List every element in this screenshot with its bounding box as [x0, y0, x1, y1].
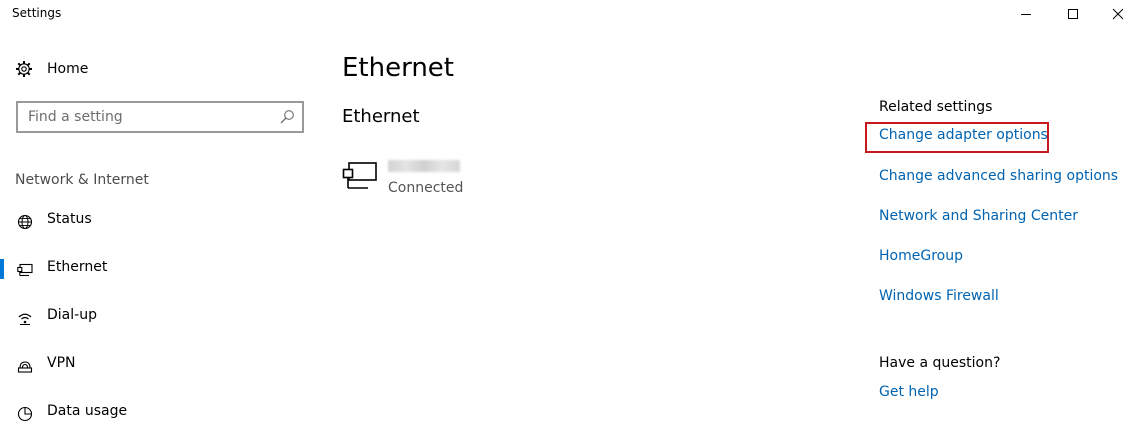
connection-status: Connected	[388, 180, 464, 196]
change-advanced-sharing-options-link[interactable]: Change advanced sharing options	[879, 168, 1118, 184]
minimize-button[interactable]	[1003, 0, 1049, 28]
selection-indicator	[0, 211, 4, 231]
search-input[interactable]	[18, 103, 273, 131]
search-box[interactable]	[16, 101, 304, 133]
selection-indicator	[0, 355, 4, 375]
sidebar-item-label: Data usage	[47, 403, 128, 419]
close-button[interactable]	[1095, 0, 1139, 28]
page-title: Ethernet	[342, 53, 454, 83]
vpn-icon	[16, 357, 34, 375]
maximize-icon	[1068, 9, 1078, 19]
sidebar-item-ethernet[interactable]: Ethernet	[0, 249, 310, 289]
selection-indicator	[0, 259, 4, 279]
section-label: Network & Internet	[15, 172, 149, 188]
home-label: Home	[47, 61, 89, 77]
minimize-icon	[1021, 14, 1031, 15]
data-usage-icon	[16, 405, 34, 423]
home-nav-item[interactable]: Home	[15, 58, 88, 80]
sidebar-item-label: VPN	[47, 355, 76, 371]
related-settings-heading: Related settings	[879, 99, 993, 115]
close-icon	[1112, 8, 1124, 20]
gear-icon	[15, 60, 33, 78]
ethernet-icon	[16, 261, 34, 279]
sidebar-item-label: Ethernet	[47, 259, 108, 275]
sidebar-item-vpn[interactable]: VPN	[0, 345, 310, 385]
globe-icon	[16, 213, 34, 231]
get-help-link[interactable]: Get help	[879, 384, 939, 400]
ethernet-connection[interactable]: Connected	[342, 158, 542, 202]
sidebar-item-status[interactable]: Status	[0, 201, 310, 241]
selection-indicator	[0, 307, 4, 327]
sidebar-item-label: Status	[47, 211, 92, 227]
network-adapter-icon	[342, 162, 377, 189]
selection-indicator	[0, 403, 4, 423]
network-sharing-center-link[interactable]: Network and Sharing Center	[879, 208, 1078, 224]
window-title: Settings	[12, 6, 62, 20]
dialup-icon	[16, 309, 34, 327]
sidebar-item-data-usage[interactable]: Data usage	[0, 393, 310, 433]
windows-firewall-link[interactable]: Windows Firewall	[879, 288, 999, 304]
change-adapter-options-link[interactable]: Change adapter options	[879, 127, 1048, 143]
homegroup-link[interactable]: HomeGroup	[879, 248, 963, 264]
sidebar-item-dialup[interactable]: Dial-up	[0, 297, 310, 337]
maximize-button[interactable]	[1050, 0, 1096, 28]
search-icon[interactable]	[279, 109, 295, 125]
section-title: Ethernet	[342, 106, 420, 127]
title-bar: Settings	[0, 0, 1139, 28]
question-heading: Have a question?	[879, 355, 1001, 371]
connection-name-redacted	[388, 160, 460, 172]
sidebar-item-label: Dial-up	[47, 307, 97, 323]
